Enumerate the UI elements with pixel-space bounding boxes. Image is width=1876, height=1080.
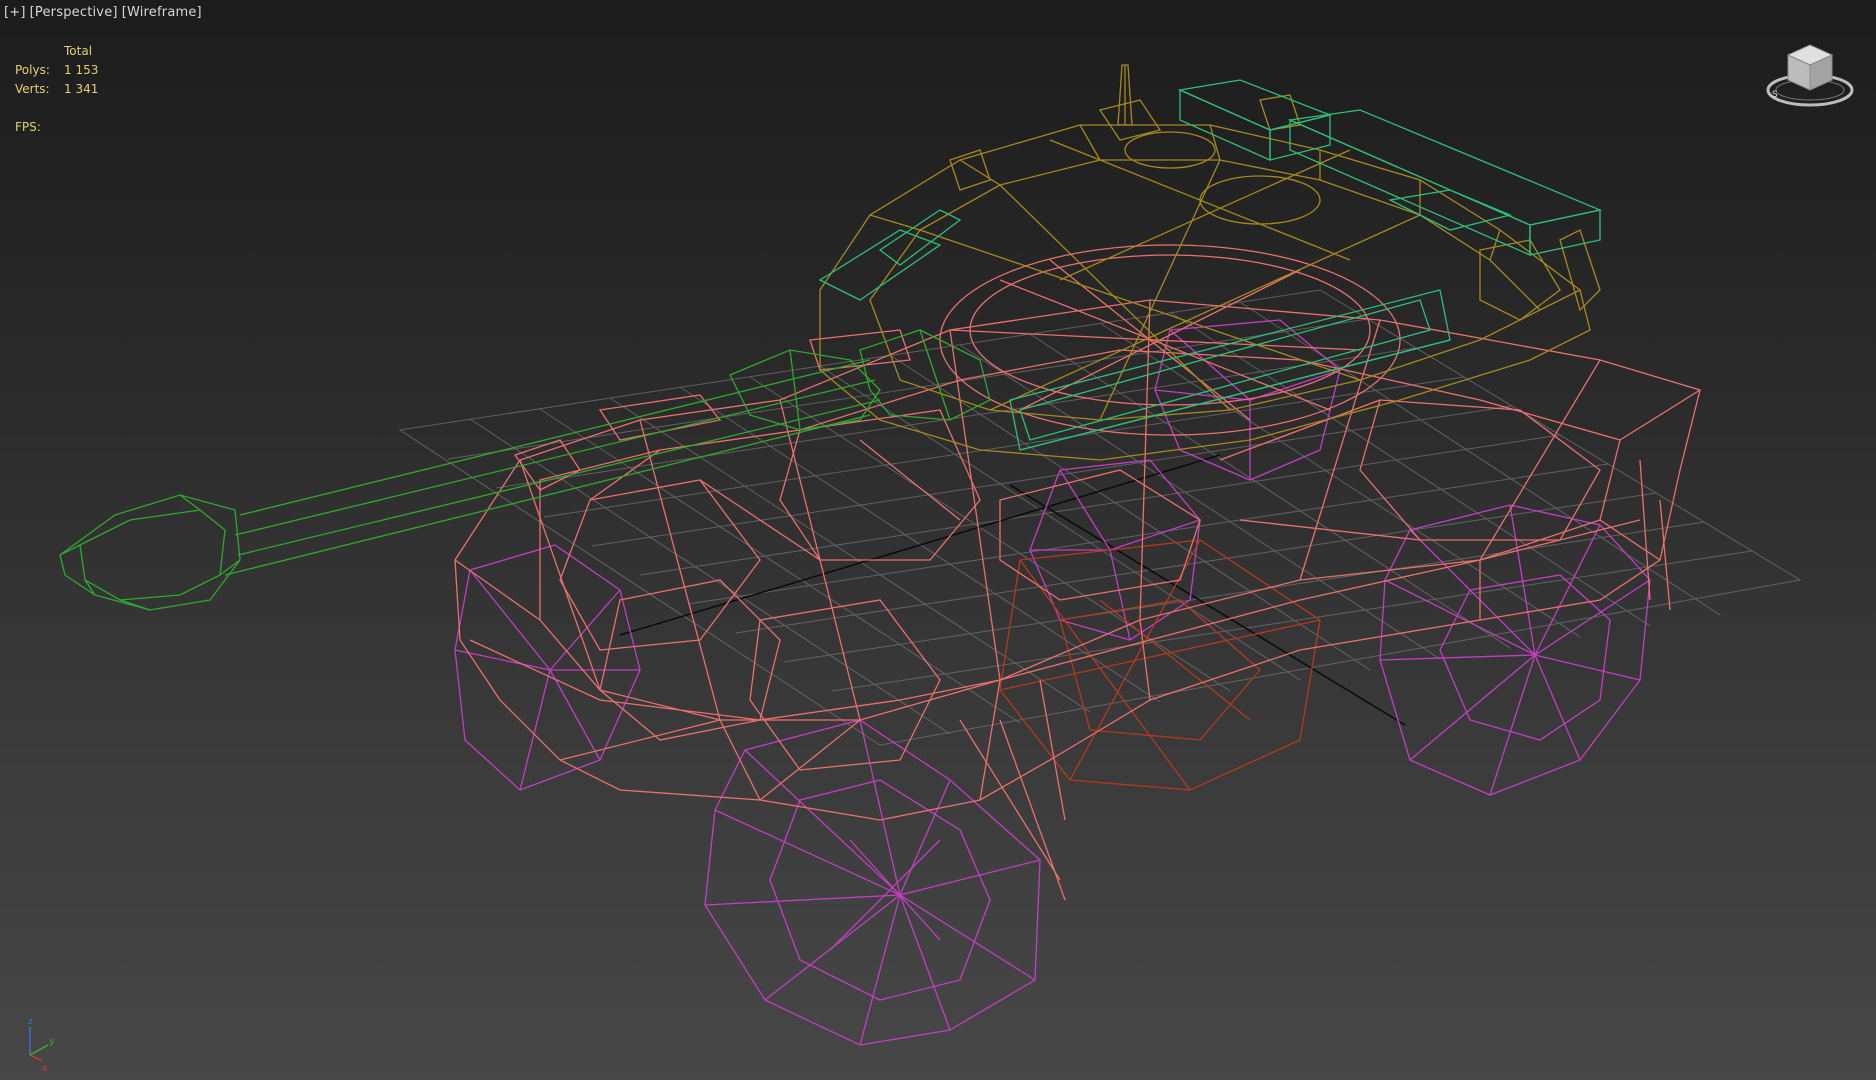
axis-z-label: z	[28, 1017, 33, 1027]
wireframe-scene[interactable]: S z y x	[0, 0, 1876, 1080]
chassis-inner-mesh	[999, 539, 1321, 791]
viewcube-icon[interactable]: S	[1766, 44, 1854, 107]
svg-text:S: S	[1772, 90, 1778, 100]
perspective-viewport[interactable]: [+] [Perspective] [Wireframe] Total Polys:…	[0, 0, 1876, 1080]
wheels-mesh	[454, 319, 1651, 1046]
axis-x-label: x	[42, 1064, 48, 1074]
axis-y-label: y	[49, 1037, 55, 1047]
hull-mesh	[454, 244, 1701, 901]
axis-tripod-icon: z y x	[28, 1017, 55, 1074]
front-wheel-small	[454, 544, 641, 791]
